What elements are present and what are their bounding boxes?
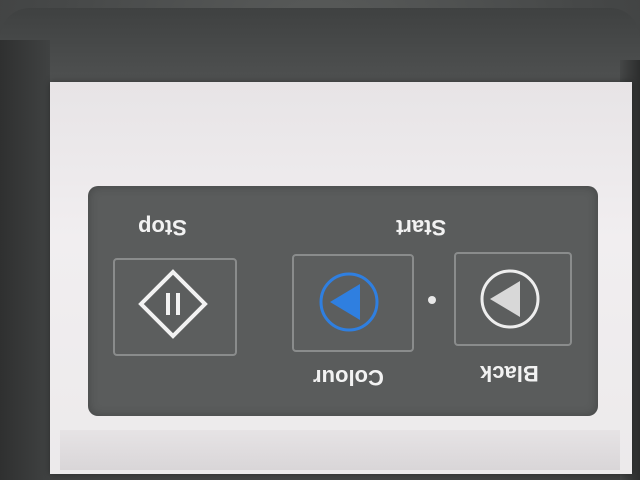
pause-diamond-icon (138, 269, 208, 339)
play-colour-icon (319, 272, 379, 332)
button-icons (138, 269, 540, 339)
play-black-icon (480, 269, 540, 329)
